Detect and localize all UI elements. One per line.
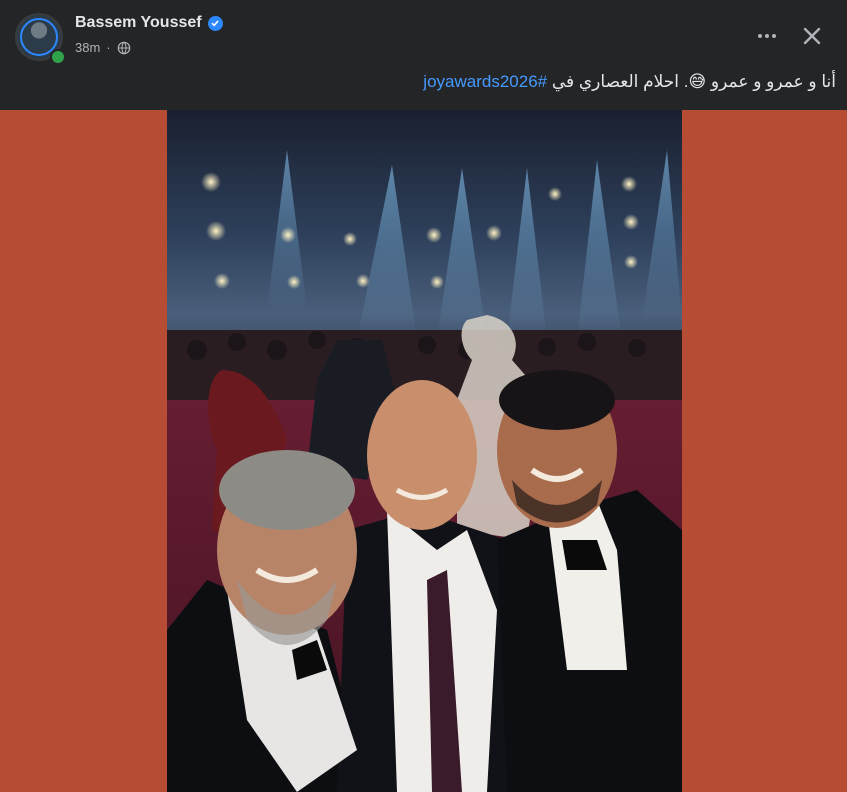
post-header: Bassem Youssef 38m · أنا و عمرو و عمرو 😅… bbox=[0, 0, 847, 110]
author-name[interactable]: Bassem Youssef bbox=[75, 14, 202, 32]
post-photo[interactable] bbox=[167, 110, 682, 792]
caption-text: أنا و عمرو و عمرو 😅. احلام العصاري في bbox=[547, 72, 836, 91]
globe-icon bbox=[117, 41, 130, 54]
meta-separator: · bbox=[106, 40, 111, 55]
post-time[interactable]: 38m bbox=[75, 40, 100, 55]
hashtag-link[interactable]: #joyawards2026 bbox=[423, 72, 547, 91]
post-caption: أنا و عمرو و عمرو 😅. احلام العصاري في #j… bbox=[423, 72, 836, 92]
author-name-row: Bassem Youssef bbox=[75, 14, 223, 32]
close-icon[interactable] bbox=[798, 22, 826, 50]
more-options-icon[interactable] bbox=[752, 22, 782, 50]
online-status-dot bbox=[50, 49, 66, 65]
post-meta: 38m · bbox=[75, 40, 131, 55]
post-media-area bbox=[0, 110, 847, 792]
verified-badge-icon bbox=[207, 15, 223, 31]
